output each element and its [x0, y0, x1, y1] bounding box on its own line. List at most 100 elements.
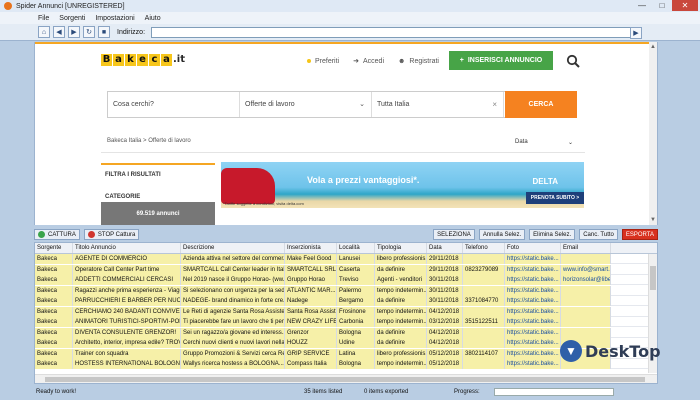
site-logo[interactable]: B a k e c a .it	[101, 54, 185, 66]
browser-scrollbar[interactable]: ▲ ▼	[649, 42, 657, 225]
canc-tutto-button[interactable]: Canc. Tutto	[579, 229, 618, 240]
col-descrizione-cell: Le Reti di agenzie Santa Rosa Assiste...	[181, 306, 285, 317]
stop-icon[interactable]: ■	[98, 26, 110, 38]
search-icon[interactable]	[566, 54, 580, 68]
col-telefono-cell	[463, 254, 505, 264]
cerca-button[interactable]: CERCA	[505, 91, 577, 118]
col-email-cell[interactable]	[561, 327, 611, 338]
preferiti-link[interactable]: Preferiti	[307, 58, 339, 65]
banner-cta[interactable]: PRENOTA SUBITO >	[526, 192, 584, 204]
col-email-cell[interactable]	[561, 317, 611, 327]
ad-banner[interactable]: Vola a prezzi vantaggiosi*. DELTA PRENOT…	[221, 162, 584, 208]
chevron-down-icon: ⌄	[359, 101, 365, 108]
col-foto-cell[interactable]: https://static.bake...	[505, 317, 561, 327]
col-titolo-cell: ADDETTI COMMERCIALI CERCASI	[73, 275, 181, 285]
esporta-button[interactable]: ESPORTA	[621, 229, 658, 240]
scroll-up-icon[interactable]: ▲	[650, 44, 656, 50]
seleziona-button[interactable]: SELEZIONA	[433, 229, 475, 240]
col-tipologia-cell: da definire	[375, 296, 427, 306]
col-email-cell[interactable]	[561, 285, 611, 296]
col-data-header[interactable]: Data	[427, 243, 463, 253]
elimina-selez-button[interactable]: Elimina Selez.	[529, 229, 576, 240]
refresh-icon[interactable]: ↻	[83, 26, 95, 38]
query-field[interactable]: Cosa cerchi?	[108, 92, 240, 117]
col-localita-cell: Bologna	[337, 327, 375, 338]
col-localita-header[interactable]: Località	[337, 243, 375, 253]
table-row[interactable]: Bakeca Operatore Call Center Part time SMA…	[35, 264, 657, 275]
progress-bar	[494, 388, 614, 396]
forward-icon[interactable]: ▶	[68, 26, 80, 38]
sort-select[interactable]: Data ⌄	[511, 135, 577, 149]
insert-ad-button[interactable]: + INSERISCI ANNUNCIO	[449, 51, 553, 70]
scroll-down-icon[interactable]: ▼	[650, 217, 656, 223]
annulla-selez-button[interactable]: Annulla Selez.	[478, 229, 526, 240]
maximize-icon[interactable]: □	[652, 0, 672, 11]
accedi-link[interactable]: ➜ Accedi	[353, 57, 384, 66]
address-input[interactable]	[151, 26, 642, 38]
go-icon[interactable]: ▶	[630, 27, 642, 39]
col-tipologia-header[interactable]: Tipologia	[375, 243, 427, 253]
table-row[interactable]: Bakeca AGENTE DI COMMERCIO Azienda attiva …	[35, 254, 657, 264]
col-foto-header[interactable]: Foto	[505, 243, 561, 253]
chevron-down-icon: ⌄	[567, 139, 573, 146]
minimize-icon[interactable]: —	[632, 0, 652, 11]
col-inserzionista-cell: GRIP SERVICE	[285, 348, 337, 359]
table-row[interactable]: BakecaPARRUCCHIERI E BARBER PER NUOVA AP…	[35, 296, 657, 306]
grid-horizontal-scrollbar[interactable]	[35, 374, 657, 383]
scroll-thumb[interactable]	[45, 377, 645, 382]
col-foto-cell[interactable]: https://static.bake...	[505, 306, 561, 317]
table-row[interactable]: Bakeca ADDETTI COMMERCIALI CERCASI Nel 201…	[35, 275, 657, 285]
stop-cattura-button[interactable]: STOP Cattura	[83, 229, 140, 240]
col-foto-cell[interactable]: https://static.bake...	[505, 285, 561, 296]
col-data-cell: 29/11/2018	[427, 264, 463, 275]
back-icon[interactable]: ◀	[53, 26, 65, 38]
col-foto-cell[interactable]: https://static.bake...	[505, 348, 561, 359]
col-inserzionista-header[interactable]: Inserzionista	[285, 243, 337, 253]
col-inserzionista-cell: Nadege	[285, 296, 337, 306]
location-field[interactable]: Tutta Italia ×	[372, 92, 504, 117]
table-row[interactable]: BakecaANIMATORI TURISTICI-SPORTIVI-POLIV…	[35, 317, 657, 327]
col-telefono-cell	[463, 275, 505, 285]
menu-sorgenti[interactable]: Sorgenti	[59, 15, 85, 22]
cattura-button[interactable]: CATTURA	[34, 229, 80, 240]
col-foto-cell[interactable]: https://static.bake...	[505, 275, 561, 285]
table-row[interactable]: BakecaCERCHIAMO 240 BADANTI CONVIVENTE P…	[35, 306, 657, 317]
col-foto-cell[interactable]: https://static.bake...	[505, 327, 561, 338]
col-foto-cell[interactable]: https://static.bake...	[505, 296, 561, 306]
col-sorgente-header[interactable]: Sorgente	[35, 243, 73, 253]
col-tipologia-cell: libero professionis...	[375, 254, 427, 264]
col-sorgente-cell: Bakeca	[35, 275, 73, 285]
menu-file[interactable]: File	[38, 15, 49, 22]
col-email-cell[interactable]	[561, 306, 611, 317]
table-row[interactable]: Bakeca DIVENTA CONSULENTE GRENZOR! Sei un …	[35, 327, 657, 338]
col-foto-cell[interactable]: https://static.bake...	[505, 254, 561, 264]
menu-impostazioni[interactable]: Impostazioni	[95, 15, 134, 22]
table-row[interactable]: Bakeca Ragazzi anche prima esperienza - V…	[35, 285, 657, 296]
col-foto-cell[interactable]: https://static.bake...	[505, 359, 561, 369]
home-icon[interactable]: ⌂	[38, 26, 50, 38]
close-icon[interactable]: ✕	[672, 0, 698, 11]
col-telefono-header[interactable]: Telefono	[463, 243, 505, 253]
col-foto-cell[interactable]: https://static.bake...	[505, 264, 561, 275]
menu-aiuto[interactable]: Aiuto	[145, 15, 161, 22]
col-descrizione-header[interactable]: Descrizione	[181, 243, 285, 253]
registrati-link[interactable]: ☻ Registrati	[398, 58, 439, 65]
cattura-label: CATTURA	[48, 231, 76, 238]
watermark-text: DeskTop	[585, 341, 661, 361]
col-email-cell[interactable]	[561, 296, 611, 306]
breadcrumb[interactable]: Bakeca Italia > Offerte di lavoro	[107, 138, 191, 144]
col-sorgente-cell: Bakeca	[35, 317, 73, 327]
col-email-cell[interactable]: horizonsolar@libe...	[561, 275, 611, 285]
scroll-thumb[interactable]	[650, 266, 656, 290]
col-titolo-header[interactable]: Titolo Annuncio	[73, 243, 181, 253]
col-email-cell[interactable]: www.info@smart...	[561, 264, 611, 275]
user-icon: ☻	[398, 57, 406, 65]
category-select[interactable]: Offerte di lavoro ⌄	[240, 92, 372, 117]
col-email-header[interactable]: Email	[561, 243, 611, 253]
clear-icon[interactable]: ×	[492, 100, 497, 109]
app-icon	[4, 2, 12, 10]
col-email-cell[interactable]	[561, 254, 611, 264]
status-ready: Ready to work!	[36, 389, 77, 395]
col-foto-cell[interactable]: https://static.bake...	[505, 338, 561, 348]
col-localita-cell: Lanusei	[337, 254, 375, 264]
